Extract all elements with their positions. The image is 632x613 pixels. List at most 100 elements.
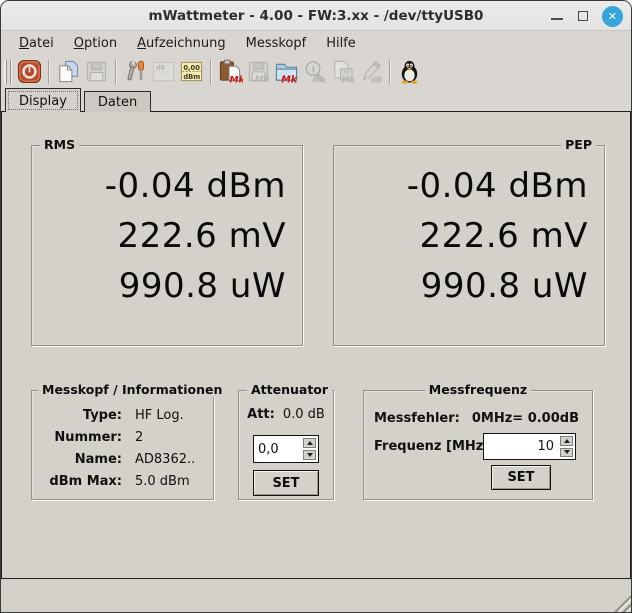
- maximize-icon[interactable]: [576, 9, 590, 23]
- pep-dbm-value: -0.04 dBm: [334, 161, 588, 211]
- rms-dbm-value: -0.04 dBm: [32, 161, 286, 211]
- toolbar-separator: [115, 60, 116, 84]
- display-page: RMS -0.04 dBm 222.6 mV 990.8 uW PEP -0.0…: [1, 111, 631, 579]
- attenuator-input[interactable]: [254, 436, 301, 462]
- toolbar-separator: [48, 60, 49, 84]
- folder-mk-icon: Mk: [274, 59, 299, 84]
- name-label: Name:: [32, 452, 122, 467]
- menu-option[interactable]: Option: [64, 33, 127, 54]
- save-button[interactable]: [82, 58, 110, 86]
- nummer-label: Nummer:: [32, 430, 122, 445]
- svg-text:dBm: dBm: [183, 73, 200, 81]
- menu-bar: Datei Option Aufzeichnung Messkopf Hilfe: [1, 31, 631, 56]
- bottom-strip: [1, 579, 631, 612]
- copy-icon: [56, 59, 81, 84]
- att-label: Att:: [247, 407, 275, 422]
- toolbar-separator: [210, 60, 211, 84]
- pep-group-title: PEP: [561, 137, 596, 152]
- messfehler-label: Messfehler:: [374, 411, 460, 426]
- tools-button[interactable]: [121, 58, 149, 86]
- rms-uw-value: 990.8 uW: [32, 261, 286, 311]
- name-value: AD8362..: [122, 452, 213, 467]
- frequenz-spin-up[interactable]: [560, 436, 573, 446]
- copy-button[interactable]: [54, 58, 82, 86]
- pep-group: PEP -0.04 dBm 222.6 mV 990.8 uW: [333, 145, 605, 346]
- folder-mk-button[interactable]: Mk: [272, 58, 300, 86]
- svg-text:Mk: Mk: [312, 75, 326, 84]
- svg-text:Mk: Mk: [281, 75, 298, 84]
- att-value: 0.0 dB: [283, 407, 325, 422]
- dbm-max-value: 5.0 dBm: [122, 474, 213, 489]
- restore-mk-button[interactable]: Mk: [328, 58, 356, 86]
- clipboard-mk-button[interactable]: Mk: [216, 58, 244, 86]
- frequenz-spin-down[interactable]: [560, 448, 573, 458]
- minimize-icon[interactable]: [550, 9, 564, 23]
- power-icon: [17, 59, 42, 84]
- window-controls: ✕: [550, 1, 623, 31]
- toolbar-grip[interactable]: [6, 60, 11, 84]
- svg-text:dB: dB: [155, 65, 164, 72]
- messfehler-row: Messfehler: 0MHz= 0.00dB: [374, 411, 579, 426]
- frequenz-spinbox: [483, 433, 576, 460]
- edit-db-button[interactable]: dB: [356, 58, 384, 86]
- svg-text:0,00: 0,00: [183, 64, 200, 72]
- info-mk-button[interactable]: i Mk: [300, 58, 328, 86]
- messfrequenz-set-button[interactable]: SET: [491, 465, 551, 490]
- attenuator-spin-up[interactable]: [303, 438, 316, 448]
- tab-display[interactable]: Display: [5, 88, 81, 112]
- edit-db-icon: dB: [358, 59, 383, 84]
- save-mk-button[interactable]: Mk: [244, 58, 272, 86]
- menu-aufzeichnung[interactable]: Aufzeichnung: [127, 33, 236, 54]
- window-title: mWattmeter - 4.00 - FW:3.xx - /dev/ttyUS…: [149, 8, 484, 24]
- arrow-down-icon: [564, 450, 570, 454]
- frequenz-label: Frequenz [MHz]: [374, 439, 489, 454]
- arrow-down-icon: [307, 453, 313, 457]
- info-mk-icon: i Mk: [302, 59, 327, 84]
- svg-text:Mk: Mk: [254, 75, 270, 84]
- clipboard-mk-icon: Mk: [218, 59, 243, 84]
- attenuator-group: Attenuator Att:0.0 dB SET: [238, 390, 334, 500]
- save-mk-icon: Mk: [246, 59, 271, 84]
- rms-mv-value: 222.6 mV: [32, 211, 286, 261]
- attenuator-set-button[interactable]: SET: [253, 470, 319, 496]
- messkopf-info-title: Messkopf / Informationen: [38, 382, 226, 397]
- pep-uw-value: 990.8 uW: [334, 261, 588, 311]
- tux-button[interactable]: [395, 58, 423, 86]
- menu-messkopf[interactable]: Messkopf: [236, 33, 317, 54]
- messkopf-info-group: Messkopf / Informationen Type: HF Log. N…: [31, 390, 214, 500]
- tab-display-label: Display: [19, 94, 67, 109]
- attenuation-note-icon: dB: [151, 59, 176, 84]
- attenuator-spin-down[interactable]: [303, 450, 316, 460]
- attenuator-spinbox: [253, 435, 319, 463]
- title-bar[interactable]: mWattmeter - 4.00 - FW:3.xx - /dev/ttyUS…: [1, 1, 631, 31]
- tab-daten[interactable]: Daten: [84, 91, 151, 112]
- rms-group-title: RMS: [40, 137, 79, 152]
- tux-icon: [397, 59, 422, 84]
- frequenz-input[interactable]: [484, 434, 558, 459]
- toolbar-separator: [389, 60, 390, 84]
- pep-readout: -0.04 dBm 222.6 mV 990.8 uW: [334, 146, 604, 311]
- attenuator-title: Attenuator: [247, 382, 332, 397]
- dbm-note-icon: 0,00 dBm: [179, 59, 204, 84]
- svg-text:dB: dB: [370, 76, 382, 84]
- toolbar: dB 0,00 dBm Mk: [1, 56, 631, 87]
- messfehler-value: 0MHz= 0.00dB: [472, 411, 579, 426]
- attenuator-spin-buttons: [301, 436, 318, 462]
- menu-datei[interactable]: Datei: [9, 33, 64, 54]
- dbm-note-button[interactable]: 0,00 dBm: [177, 58, 205, 86]
- power-button[interactable]: [15, 58, 43, 86]
- type-value: HF Log.: [122, 408, 213, 423]
- svg-text:Mk: Mk: [229, 76, 242, 84]
- nummer-value: 2: [122, 430, 213, 445]
- arrow-up-icon: [307, 441, 313, 445]
- resize-grip-icon[interactable]: [614, 595, 631, 612]
- tab-daten-label: Daten: [98, 95, 137, 110]
- svg-text:Mk: Mk: [341, 75, 354, 84]
- type-label: Type:: [32, 408, 122, 423]
- menu-hilfe[interactable]: Hilfe: [316, 33, 366, 54]
- frequenz-spin-buttons: [558, 434, 575, 459]
- app-window: mWattmeter - 4.00 - FW:3.xx - /dev/ttyUS…: [0, 0, 632, 613]
- attenuation-note-button[interactable]: dB: [149, 58, 177, 86]
- pep-mv-value: 222.6 mV: [334, 211, 588, 261]
- close-icon[interactable]: ✕: [602, 6, 623, 27]
